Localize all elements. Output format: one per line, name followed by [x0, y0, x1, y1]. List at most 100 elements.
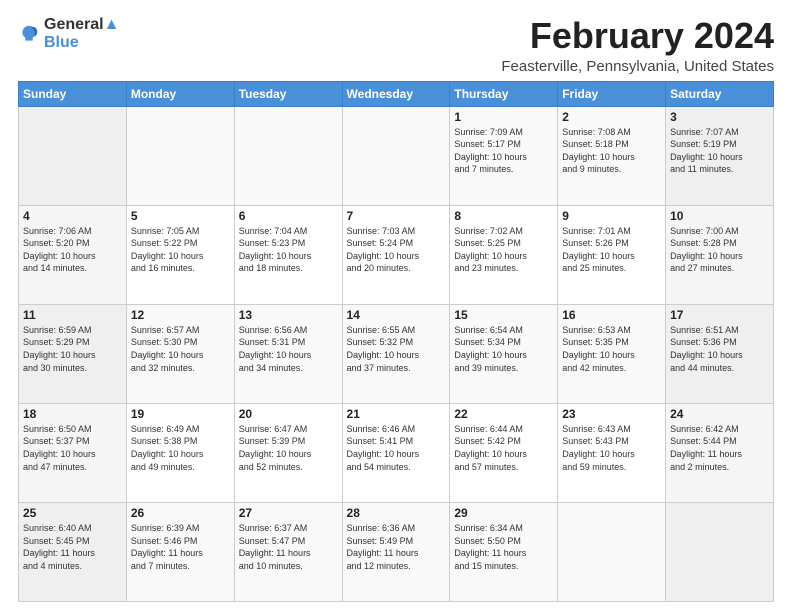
- day-info: Sunrise: 6:44 AM Sunset: 5:42 PM Dayligh…: [454, 423, 553, 473]
- day-info: Sunrise: 6:40 AM Sunset: 5:45 PM Dayligh…: [23, 522, 122, 572]
- day-number: 16: [562, 308, 661, 322]
- logo-text: General▲ Blue: [44, 16, 119, 52]
- calendar-cell: 2 Sunrise: 7:08 AM Sunset: 5:18 PM Daylig…: [558, 106, 666, 205]
- day-info: Sunrise: 6:36 AM Sunset: 5:49 PM Dayligh…: [347, 522, 446, 572]
- day-number: 10: [670, 209, 769, 223]
- day-number: 14: [347, 308, 446, 322]
- day-number: 28: [347, 506, 446, 520]
- calendar-cell: 29 Sunrise: 6:34 AM Sunset: 5:50 PM Dayli…: [450, 502, 558, 601]
- calendar-cell: 14 Sunrise: 6:55 AM Sunset: 5:32 PM Dayli…: [342, 304, 450, 403]
- day-number: 13: [239, 308, 338, 322]
- calendar-cell: 1 Sunrise: 7:09 AM Sunset: 5:17 PM Daylig…: [450, 106, 558, 205]
- calendar-week-row: 4Sunrise: 7:06 AM Sunset: 5:20 PM Daylig…: [19, 205, 774, 304]
- calendar-cell: 13 Sunrise: 6:56 AM Sunset: 5:31 PM Dayli…: [234, 304, 342, 403]
- col-monday: Monday: [126, 81, 234, 106]
- day-info: Sunrise: 6:57 AM Sunset: 5:30 PM Dayligh…: [131, 324, 230, 374]
- day-number: 20: [239, 407, 338, 421]
- calendar-cell: 16 Sunrise: 6:53 AM Sunset: 5:35 PM Dayli…: [558, 304, 666, 403]
- calendar-week-row: 18 Sunrise: 6:50 AM Sunset: 5:37 PM Dayli…: [19, 403, 774, 502]
- page: General▲ Blue February 2024 Feasterville…: [0, 0, 792, 612]
- day-info: Sunrise: 7:01 AM Sunset: 5:26 PM Dayligh…: [562, 225, 661, 275]
- calendar-cell: 3 Sunrise: 7:07 AM Sunset: 5:19 PM Daylig…: [666, 106, 774, 205]
- calendar-cell: 11Sunrise: 6:59 AM Sunset: 5:29 PM Dayli…: [19, 304, 127, 403]
- day-number: 3: [670, 110, 769, 124]
- calendar-cell: 10 Sunrise: 7:00 AM Sunset: 5:28 PM Dayli…: [666, 205, 774, 304]
- day-info: Sunrise: 6:51 AM Sunset: 5:36 PM Dayligh…: [670, 324, 769, 374]
- col-wednesday: Wednesday: [342, 81, 450, 106]
- calendar-cell: [234, 106, 342, 205]
- calendar-cell: 19 Sunrise: 6:49 AM Sunset: 5:38 PM Dayli…: [126, 403, 234, 502]
- logo-icon: [18, 23, 40, 45]
- day-info: Sunrise: 6:53 AM Sunset: 5:35 PM Dayligh…: [562, 324, 661, 374]
- title-block: February 2024 Feasterville, Pennsylvania…: [501, 16, 774, 75]
- calendar-week-row: 25 Sunrise: 6:40 AM Sunset: 5:45 PM Dayli…: [19, 502, 774, 601]
- logo: General▲ Blue: [18, 16, 119, 52]
- day-number: 8: [454, 209, 553, 223]
- day-info: Sunrise: 6:39 AM Sunset: 5:46 PM Dayligh…: [131, 522, 230, 572]
- day-info: Sunrise: 7:08 AM Sunset: 5:18 PM Dayligh…: [562, 126, 661, 176]
- day-info: Sunrise: 6:50 AM Sunset: 5:37 PM Dayligh…: [23, 423, 122, 473]
- calendar-cell: 27 Sunrise: 6:37 AM Sunset: 5:47 PM Dayli…: [234, 502, 342, 601]
- calendar-cell: 18 Sunrise: 6:50 AM Sunset: 5:37 PM Dayli…: [19, 403, 127, 502]
- day-info: Sunrise: 6:46 AM Sunset: 5:41 PM Dayligh…: [347, 423, 446, 473]
- day-info: Sunrise: 6:55 AM Sunset: 5:32 PM Dayligh…: [347, 324, 446, 374]
- day-info: Sunrise: 6:56 AM Sunset: 5:31 PM Dayligh…: [239, 324, 338, 374]
- header: General▲ Blue February 2024 Feasterville…: [18, 16, 774, 75]
- day-number: 12: [131, 308, 230, 322]
- day-info: Sunrise: 6:42 AM Sunset: 5:44 PM Dayligh…: [670, 423, 769, 473]
- day-info: Sunrise: 7:09 AM Sunset: 5:17 PM Dayligh…: [454, 126, 553, 176]
- calendar-cell: 20Sunrise: 6:47 AM Sunset: 5:39 PM Dayli…: [234, 403, 342, 502]
- day-info: Sunrise: 7:03 AM Sunset: 5:24 PM Dayligh…: [347, 225, 446, 275]
- calendar-header-row: Sunday Monday Tuesday Wednesday Thursday…: [19, 81, 774, 106]
- day-number: 7: [347, 209, 446, 223]
- day-number: 27: [239, 506, 338, 520]
- day-info: Sunrise: 6:49 AM Sunset: 5:38 PM Dayligh…: [131, 423, 230, 473]
- calendar-cell: 17Sunrise: 6:51 AM Sunset: 5:36 PM Dayli…: [666, 304, 774, 403]
- day-number: 9: [562, 209, 661, 223]
- main-title: February 2024: [501, 16, 774, 56]
- day-info: Sunrise: 6:34 AM Sunset: 5:50 PM Dayligh…: [454, 522, 553, 572]
- day-number: 2: [562, 110, 661, 124]
- calendar-cell: 9 Sunrise: 7:01 AM Sunset: 5:26 PM Daylig…: [558, 205, 666, 304]
- day-number: 21: [347, 407, 446, 421]
- calendar-cell: 28 Sunrise: 6:36 AM Sunset: 5:49 PM Dayli…: [342, 502, 450, 601]
- subtitle: Feasterville, Pennsylvania, United State…: [501, 58, 774, 75]
- day-info: Sunrise: 7:04 AM Sunset: 5:23 PM Dayligh…: [239, 225, 338, 275]
- col-sunday: Sunday: [19, 81, 127, 106]
- calendar-cell: 5Sunrise: 7:05 AM Sunset: 5:22 PM Daylig…: [126, 205, 234, 304]
- calendar-cell: [342, 106, 450, 205]
- day-number: 18: [23, 407, 122, 421]
- calendar-cell: [558, 502, 666, 601]
- calendar-cell: 26 Sunrise: 6:39 AM Sunset: 5:46 PM Dayli…: [126, 502, 234, 601]
- day-number: 24: [670, 407, 769, 421]
- col-saturday: Saturday: [666, 81, 774, 106]
- day-number: 26: [131, 506, 230, 520]
- day-number: 23: [562, 407, 661, 421]
- day-info: Sunrise: 7:00 AM Sunset: 5:28 PM Dayligh…: [670, 225, 769, 275]
- day-number: 19: [131, 407, 230, 421]
- day-number: 29: [454, 506, 553, 520]
- day-info: Sunrise: 7:06 AM Sunset: 5:20 PM Dayligh…: [23, 225, 122, 275]
- calendar-cell: 22Sunrise: 6:44 AM Sunset: 5:42 PM Dayli…: [450, 403, 558, 502]
- calendar-cell: 4Sunrise: 7:06 AM Sunset: 5:20 PM Daylig…: [19, 205, 127, 304]
- calendar-cell: 12 Sunrise: 6:57 AM Sunset: 5:30 PM Dayli…: [126, 304, 234, 403]
- day-info: Sunrise: 6:54 AM Sunset: 5:34 PM Dayligh…: [454, 324, 553, 374]
- calendar-cell: 23 Sunrise: 6:43 AM Sunset: 5:43 PM Dayli…: [558, 403, 666, 502]
- col-friday: Friday: [558, 81, 666, 106]
- day-number: 1: [454, 110, 553, 124]
- day-info: Sunrise: 6:37 AM Sunset: 5:47 PM Dayligh…: [239, 522, 338, 572]
- day-info: Sunrise: 7:05 AM Sunset: 5:22 PM Dayligh…: [131, 225, 230, 275]
- calendar-cell: 6Sunrise: 7:04 AM Sunset: 5:23 PM Daylig…: [234, 205, 342, 304]
- calendar-week-row: 11Sunrise: 6:59 AM Sunset: 5:29 PM Dayli…: [19, 304, 774, 403]
- day-number: 15: [454, 308, 553, 322]
- day-info: Sunrise: 7:07 AM Sunset: 5:19 PM Dayligh…: [670, 126, 769, 176]
- day-info: Sunrise: 6:59 AM Sunset: 5:29 PM Dayligh…: [23, 324, 122, 374]
- calendar-cell: 7 Sunrise: 7:03 AM Sunset: 5:24 PM Daylig…: [342, 205, 450, 304]
- calendar-table: Sunday Monday Tuesday Wednesday Thursday…: [18, 81, 774, 602]
- calendar-cell: 8Sunrise: 7:02 AM Sunset: 5:25 PM Daylig…: [450, 205, 558, 304]
- day-number: 25: [23, 506, 122, 520]
- calendar-cell: 25 Sunrise: 6:40 AM Sunset: 5:45 PM Dayli…: [19, 502, 127, 601]
- day-info: Sunrise: 6:43 AM Sunset: 5:43 PM Dayligh…: [562, 423, 661, 473]
- calendar-cell: [126, 106, 234, 205]
- calendar-cell: [19, 106, 127, 205]
